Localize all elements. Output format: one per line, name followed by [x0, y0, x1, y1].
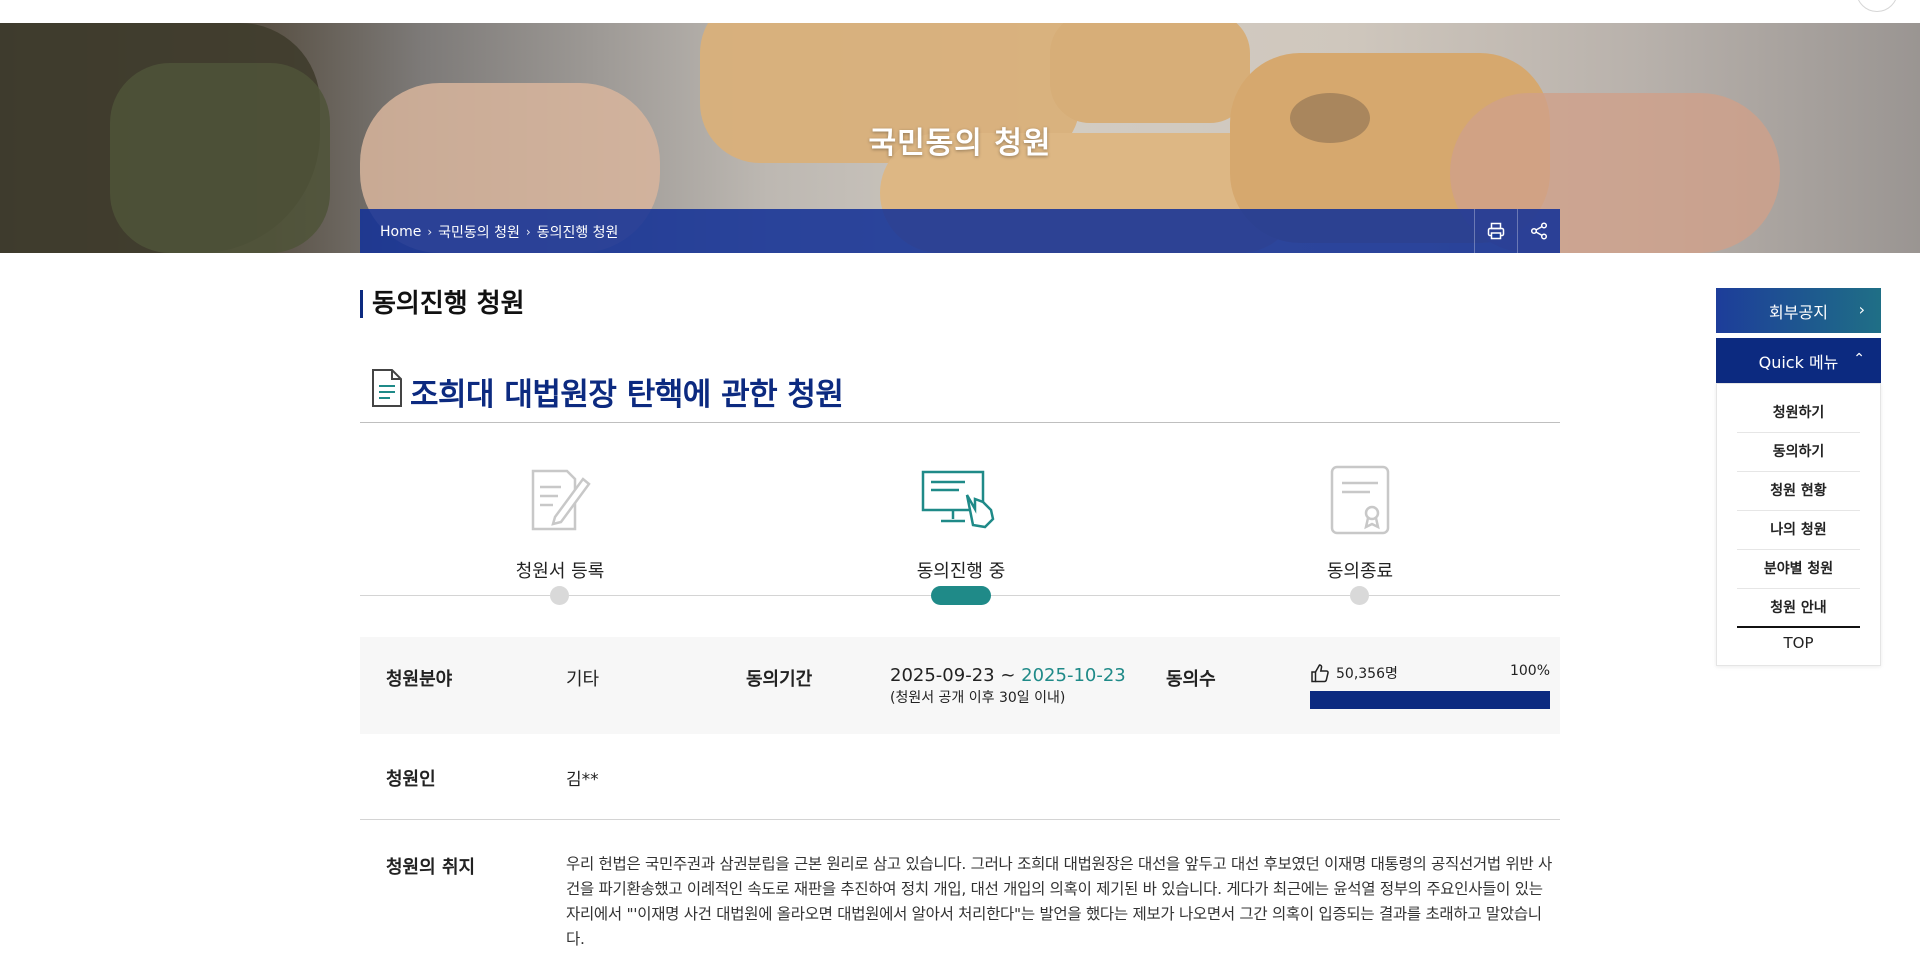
votes-percent: 100%	[1509, 663, 1550, 679]
breadcrumb-item[interactable]: 국민동의 청원	[438, 222, 520, 242]
quick-menu-toggle[interactable]: Quick 메뉴 ⌃	[1716, 338, 1881, 383]
quick-menu-item[interactable]: 동의하기	[1737, 433, 1860, 472]
petition-info-row: 청원분야 기타 동의기간 2025-09-23 ~ 2025-10-23 (청원…	[360, 637, 1560, 734]
breadcrumb-bar: Home › 국민동의 청원 › 동의진행 청원	[360, 209, 1560, 253]
petitioner-label: 청원인	[386, 769, 436, 790]
header-menu-button[interactable]	[1856, 0, 1898, 12]
votes-box: 50,356명 100%	[1310, 663, 1550, 709]
share-button[interactable]	[1517, 209, 1560, 253]
hero-title: 국민동의 청원	[868, 126, 1052, 161]
petitioner-row: 청원인 김**	[360, 734, 1560, 820]
purpose-text: 우리 헌법은 국민주권과 삼권분립을 근본 원리로 삼고 있습니다. 그러나 조…	[566, 855, 1552, 948]
votes-label: 동의수	[1166, 669, 1216, 690]
step-register: 청원서 등록	[440, 455, 680, 605]
quick-menu-list: 청원하기 동의하기 청원 현황 나의 청원 분야별 청원 청원 안내 TOP	[1716, 383, 1881, 666]
votes-progress-bar	[1310, 691, 1550, 709]
consent-end-icon	[1330, 465, 1390, 535]
step-dot-active	[931, 586, 991, 605]
referral-notice-button[interactable]: 회부공지 ›	[1716, 288, 1881, 333]
votes-count: 50,356명	[1336, 666, 1398, 682]
votes-progress-fill	[1310, 691, 1550, 709]
top-header	[0, 0, 1920, 23]
print-button[interactable]	[1474, 209, 1517, 253]
print-icon	[1487, 222, 1505, 240]
quick-menu-item[interactable]: 나의 청원	[1737, 511, 1860, 550]
top-button[interactable]: TOP	[1717, 634, 1880, 652]
field-label: 청원분야	[386, 669, 453, 690]
petition-register-icon	[531, 469, 591, 531]
breadcrumb-current[interactable]: 동의진행 청원	[537, 222, 619, 242]
period-value: 2025-09-23 ~ 2025-10-23 (청원서 공개 이후 30일 이…	[890, 665, 1126, 707]
period-note: (청원서 공개 이후 30일 이내)	[890, 690, 1066, 706]
share-icon	[1530, 222, 1548, 240]
quick-menu-title: Quick 메뉴	[1758, 352, 1839, 372]
page-title: 동의진행 청원	[360, 290, 525, 318]
petition-title-area: 조희대 대법원장 탄핵에 관한 청원	[360, 365, 1560, 423]
quick-menu-item[interactable]: 청원 안내	[1737, 589, 1860, 628]
quick-menu-item[interactable]: 분야별 청원	[1737, 550, 1860, 589]
step-in-progress: 동의진행 중	[841, 455, 1081, 605]
chevron-right-icon: ›	[1858, 300, 1865, 319]
quick-menu-item[interactable]: 청원 현황	[1737, 472, 1860, 511]
period-start: 2025-09-23	[890, 665, 995, 686]
hero-photo-shape	[1050, 23, 1250, 123]
chevron-right-icon: ›	[525, 225, 531, 239]
period-separator: ~	[994, 665, 1022, 686]
step-label: 청원서 등록	[515, 561, 605, 582]
progress-steps: 청원서 등록 동의진행 중 동의종료	[360, 455, 1560, 605]
purpose-label: 청원의 취지	[386, 857, 476, 878]
chevron-right-icon: ›	[427, 225, 433, 239]
breadcrumb: Home › 국민동의 청원 › 동의진행 청원	[380, 222, 618, 242]
step-label: 동의종료	[1326, 561, 1394, 582]
step-label: 동의진행 중	[916, 561, 1006, 582]
petition-title: 조희대 대법원장 탄핵에 관한 청원	[410, 377, 844, 413]
field-value: 기타	[566, 669, 600, 690]
document-icon	[372, 369, 402, 407]
chevron-up-icon: ⌃	[1853, 351, 1865, 367]
referral-notice-label: 회부공지	[1769, 302, 1828, 322]
purpose-row: 청원의 취지 우리 헌법은 국민주권과 삼권분립을 근본 원리로 삼고 있습니다…	[360, 821, 1560, 954]
step-end: 동의종료	[1240, 455, 1480, 605]
breadcrumb-home[interactable]: Home	[380, 224, 421, 240]
thumbs-up-icon	[1311, 664, 1329, 683]
petitioner-value: 김**	[566, 770, 599, 790]
period-end: 2025-10-23	[1021, 665, 1126, 686]
consent-progress-icon	[921, 470, 995, 529]
step-dot	[1350, 586, 1369, 605]
period-label: 동의기간	[746, 669, 813, 690]
quick-menu-item[interactable]: 청원하기	[1737, 394, 1860, 433]
step-dot	[550, 586, 569, 605]
